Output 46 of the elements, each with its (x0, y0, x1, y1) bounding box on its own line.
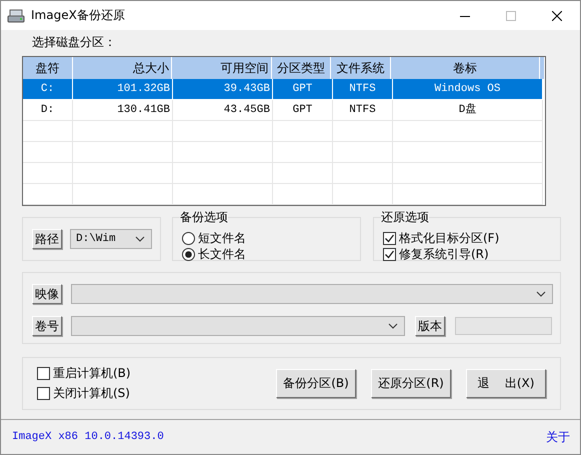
checkbox[interactable] (383, 232, 396, 244)
table-cell: 101.32GB (73, 79, 173, 100)
window-title: ImageX备份还原 (31, 7, 126, 24)
version-field[interactable] (455, 317, 552, 335)
table-cell: C: (23, 79, 73, 100)
action-button[interactable]: 备份分区(B) (276, 369, 356, 398)
chevron-icon (388, 323, 398, 329)
option-label[interactable]: 重启计算机(B) (53, 365, 131, 382)
close-icon (552, 10, 562, 20)
action-button[interactable]: 还原分区(R) (371, 369, 451, 398)
image-button[interactable]: 映像 (32, 284, 62, 304)
version-text: ImageX x86 10.0.14393.0 (12, 431, 165, 443)
table-cell: D: (23, 100, 73, 121)
group-title: 备份选项 (180, 211, 228, 224)
about-link[interactable]: 关于 (546, 428, 570, 446)
path-dropdown[interactable]: D:\Wim (70, 229, 152, 249)
table-cell: NTFS (333, 79, 393, 100)
radio-button[interactable] (182, 248, 195, 260)
path-button[interactable]: 路径 (32, 229, 62, 249)
maximize-icon (506, 10, 516, 20)
group-title: 还原选项 (381, 211, 429, 224)
table-cell: 39.43GB (173, 79, 273, 100)
chevron-icon (135, 236, 145, 242)
table-cell: D盘 (393, 100, 543, 121)
checkbox[interactable] (37, 387, 50, 400)
table-cell: 130.41GB (73, 100, 173, 121)
table-cell: NTFS (333, 100, 393, 121)
table-cell: GPT (273, 100, 333, 121)
option-label[interactable]: 关闭计算机(S) (53, 385, 130, 402)
option-label[interactable]: 格式化目标分区(F) (399, 230, 500, 246)
checkbox[interactable] (383, 248, 396, 260)
section-label: 选择磁盘分区： (32, 34, 117, 50)
option-label[interactable]: 长文件名 (198, 246, 246, 262)
chevron-icon (536, 291, 546, 297)
table-cell: Windows OS (393, 79, 543, 100)
table-cell: GPT (273, 79, 333, 100)
volume-button[interactable]: 卷号 (32, 316, 62, 336)
radio-button[interactable] (182, 232, 195, 244)
checkbox[interactable] (37, 367, 50, 380)
action-button[interactable]: 退 出(X) (466, 369, 546, 398)
option-label[interactable]: 短文件名 (198, 230, 246, 246)
version-button[interactable]: 版本 (415, 316, 445, 336)
option-label[interactable]: 修复系统引导(R) (399, 246, 489, 262)
table-cell: 43.45GB (173, 100, 273, 121)
table-row[interactable]: C: 101.32GB 39.43GB GPT NTFS Windows OS (23, 79, 545, 100)
table-row[interactable]: D: 130.41GB 43.45GB GPT NTFS D盘 (23, 100, 545, 121)
